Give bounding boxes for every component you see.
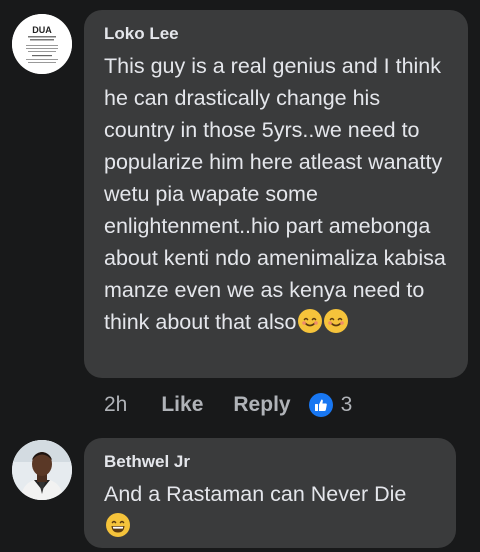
- smiling-face-icon: [324, 309, 349, 333]
- thumbs-up-icon[interactable]: [308, 393, 333, 417]
- avatar[interactable]: DUA: [12, 14, 72, 74]
- comment-bubble: Bethwel Jr And a Rastaman can Never Die: [84, 438, 456, 548]
- avatar-logo-text: DUA: [32, 25, 52, 35]
- like-button[interactable]: Like: [161, 393, 203, 417]
- comment-author[interactable]: Bethwel Jr: [104, 452, 190, 472]
- comment-author[interactable]: Loko Lee: [104, 24, 179, 44]
- reaction-count[interactable]: 3: [341, 393, 353, 417]
- comment-timestamp[interactable]: 2h: [104, 393, 127, 417]
- comment-actions: 2h Like Reply 3: [104, 390, 352, 420]
- smiling-face-icon: [298, 309, 323, 333]
- comment-text: This guy is a real genius and I think he…: [104, 50, 454, 338]
- comment-text-body: This guy is a real genius and I think he…: [104, 54, 452, 334]
- comment-bubble: Loko Lee This guy is a real genius and I…: [84, 10, 468, 378]
- profile-picture-icon: DUA: [12, 14, 72, 74]
- comment-text: And a Rastaman can Never Die: [104, 478, 444, 542]
- comment-text-body: And a Rastaman can Never Die: [104, 482, 407, 506]
- profile-picture-icon: [12, 440, 72, 500]
- grinning-face-icon: [106, 513, 130, 537]
- reply-button[interactable]: Reply: [233, 393, 290, 417]
- avatar[interactable]: [12, 440, 72, 500]
